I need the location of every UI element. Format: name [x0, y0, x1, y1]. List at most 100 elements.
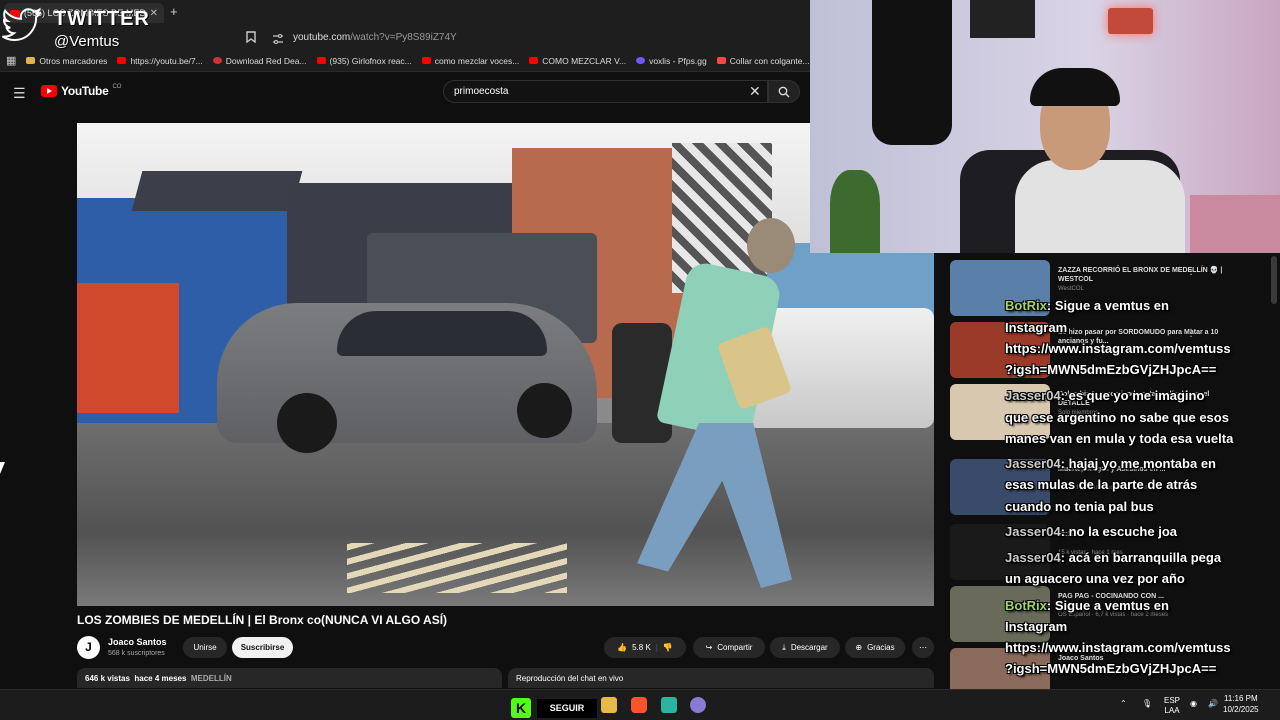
cam-person-cap — [1030, 68, 1120, 106]
chat-text: manes van en mula y toda esa vuelta — [1005, 431, 1234, 446]
url-host: youtube.com — [293, 32, 351, 43]
youtube-masthead: ☰ YouTube CO primoecosta ✕ — [0, 72, 810, 112]
language-indicator[interactable]: ESP LAA — [1164, 696, 1180, 716]
share-button[interactable]: ↪ Compartir — [693, 637, 765, 658]
clock-date: 10/2/2025 — [1223, 705, 1259, 714]
search-input[interactable]: primoecosta — [443, 80, 768, 103]
volume-icon[interactable]: 🔊 — [1208, 699, 1218, 709]
chat-message: Instagram — [1005, 318, 1067, 338]
chat-text: un aguacero una vez por año — [1005, 571, 1185, 586]
more-icon[interactable]: ⋮ — [1186, 328, 1196, 339]
screen: (565) LOS ZOMBIES DE MEDE ✕ + youtube.co… — [0, 0, 1280, 720]
chat-message: que ese argentino no sabe que esos — [1005, 408, 1229, 428]
site-favicon-icon — [212, 57, 222, 64]
microphone-icon[interactable]: 🎙 — [1142, 699, 1152, 709]
youtube-favicon-icon — [529, 57, 539, 64]
bookmark-item[interactable]: (935) Girlofnox reac... — [316, 55, 412, 66]
bookmark-item[interactable]: COMO MEZCLAR V... — [529, 56, 626, 66]
site-favicon-icon — [716, 57, 726, 64]
bookmark-item[interactable]: voxlis - Pfps.gg — [636, 56, 707, 66]
recommendation-meta: WestCOL — [1058, 286, 1084, 292]
cam-plant — [830, 170, 880, 253]
youtube-play-icon — [41, 85, 57, 97]
channel-avatar[interactable]: J — [77, 636, 100, 659]
channel-name[interactable]: Joaco Santos — [108, 637, 167, 647]
bookmark-item[interactable]: Collar con colgante... — [716, 56, 810, 66]
search-icon — [778, 86, 790, 98]
like-count[interactable]: 5.8 K — [632, 643, 651, 652]
cam-neon-sign — [1108, 8, 1153, 34]
share-label: Compartir — [717, 643, 753, 652]
url-path: /watch?v=Py8S89iZ74Y — [350, 32, 457, 43]
cam-person-body — [1015, 160, 1185, 253]
url-field[interactable]: youtube.com/watch?v=Py8S89iZ74Y — [293, 32, 457, 43]
chat-text: Instagram — [1005, 619, 1068, 634]
chat-username: Jasser04 — [1005, 524, 1061, 539]
chat-replay-header[interactable]: Reproducción del chat en vivo — [508, 668, 934, 688]
site-info-icon[interactable] — [272, 32, 284, 50]
upload-age: hace 4 meses — [134, 674, 187, 683]
view-count: 646 k vistas — [85, 674, 130, 683]
more-icon: ⋯ — [919, 643, 927, 652]
channel-subscribers: 568 k suscriptores — [108, 650, 165, 657]
chat-message: Jasser04: acá en barranquilla pega — [1005, 548, 1221, 568]
chat-text: : acá en barranquilla pega — [1060, 550, 1222, 565]
chat-username: Jasser04 — [1005, 550, 1061, 565]
video-player[interactable] — [77, 123, 934, 606]
chat-text: : Sigue a vemtus en — [1046, 598, 1169, 613]
bookmark-label: https://youtu.be/7... — [130, 55, 203, 66]
system-clock[interactable]: 11:16 PM 10/2/2025 — [1223, 693, 1259, 715]
description-box[interactable]: 646 k vistas hace 4 meses MEDELLÍN — [77, 668, 502, 688]
divider: | — [655, 643, 658, 652]
more-actions-button[interactable]: ⋯ — [912, 637, 934, 658]
bookmark-label: Otros marcadores — [39, 55, 108, 66]
chat-message: ?igsh=MWN5dmEzbGVjZHJpcA== — [1005, 659, 1216, 679]
bookmark-icon[interactable] — [246, 31, 256, 46]
brave-browser-icon[interactable] — [631, 697, 647, 713]
video-container — [77, 283, 179, 413]
chat-text: https://www.instagram.com/vemtuss — [1005, 341, 1231, 356]
bookmark-item[interactable]: https://youtu.be/7... — [117, 55, 203, 66]
chat-username: BotRix — [1005, 598, 1047, 613]
bookmark-label: voxlis - Pfps.gg — [649, 55, 707, 66]
thanks-button[interactable]: ⊕ Gracias — [845, 637, 905, 658]
app-icon[interactable] — [661, 697, 677, 713]
youtube-favicon-icon — [117, 57, 127, 64]
network-icon[interactable]: ◉ — [1190, 699, 1197, 709]
chat-message: Instagram — [1005, 617, 1067, 637]
more-icon[interactable]: ⋮ — [1186, 266, 1196, 277]
bookmark-label: (935) Girlofnox reac... — [329, 55, 412, 66]
bookmark-item[interactable]: Otros marcadores — [26, 56, 107, 66]
bookmark-label: como mezclar voces... — [434, 55, 520, 66]
chat-text: ?igsh=MWN5dmEzbGVjZHJpcA== — [1005, 362, 1217, 377]
chat-text: que ese argentino no sabe que esos — [1005, 410, 1229, 425]
apps-grid-icon[interactable]: ▦ — [6, 54, 16, 67]
close-tab-icon[interactable]: ✕ — [150, 8, 158, 19]
bookmark-item[interactable]: Download Red Dea... — [212, 55, 307, 66]
chat-message: un aguacero una vez por año — [1005, 569, 1185, 589]
menu-icon[interactable]: ☰ — [13, 85, 26, 102]
cam-jacket — [872, 0, 952, 145]
subscribe-button[interactable]: Suscribirse — [232, 637, 293, 658]
file-explorer-icon[interactable] — [601, 697, 617, 713]
bookmark-item[interactable]: como mezclar voces... — [421, 55, 520, 66]
language-code: ESP — [1164, 696, 1181, 705]
youtube-logo[interactable]: YouTube CO — [41, 84, 121, 98]
join-button[interactable]: Unirse — [183, 637, 227, 658]
hashtag[interactable]: MEDELLÍN — [191, 674, 232, 683]
chat-text: : Sigue a vemtus en — [1046, 298, 1169, 313]
search-button[interactable] — [768, 80, 800, 103]
download-button[interactable]: ⤓ Descargar — [770, 637, 840, 658]
app-icon[interactable] — [690, 697, 706, 713]
video-car-window — [337, 311, 547, 356]
like-icon[interactable]: 👍 — [617, 643, 627, 652]
dislike-icon[interactable]: 👎 — [663, 643, 673, 652]
tray-chevron-icon[interactable]: ⌃ — [1120, 699, 1127, 709]
chat-message: manes van en mula y toda esa vuelta — [1005, 429, 1233, 449]
twitter-bird-icon — [2, 7, 41, 42]
sidebar-scrollbar[interactable] — [1271, 256, 1277, 304]
new-tab-button[interactable]: + — [170, 4, 178, 19]
clear-search-icon[interactable]: ✕ — [749, 83, 761, 100]
share-icon: ↪ — [705, 643, 713, 652]
bookmark-label: Download Red Dea... — [225, 55, 307, 66]
